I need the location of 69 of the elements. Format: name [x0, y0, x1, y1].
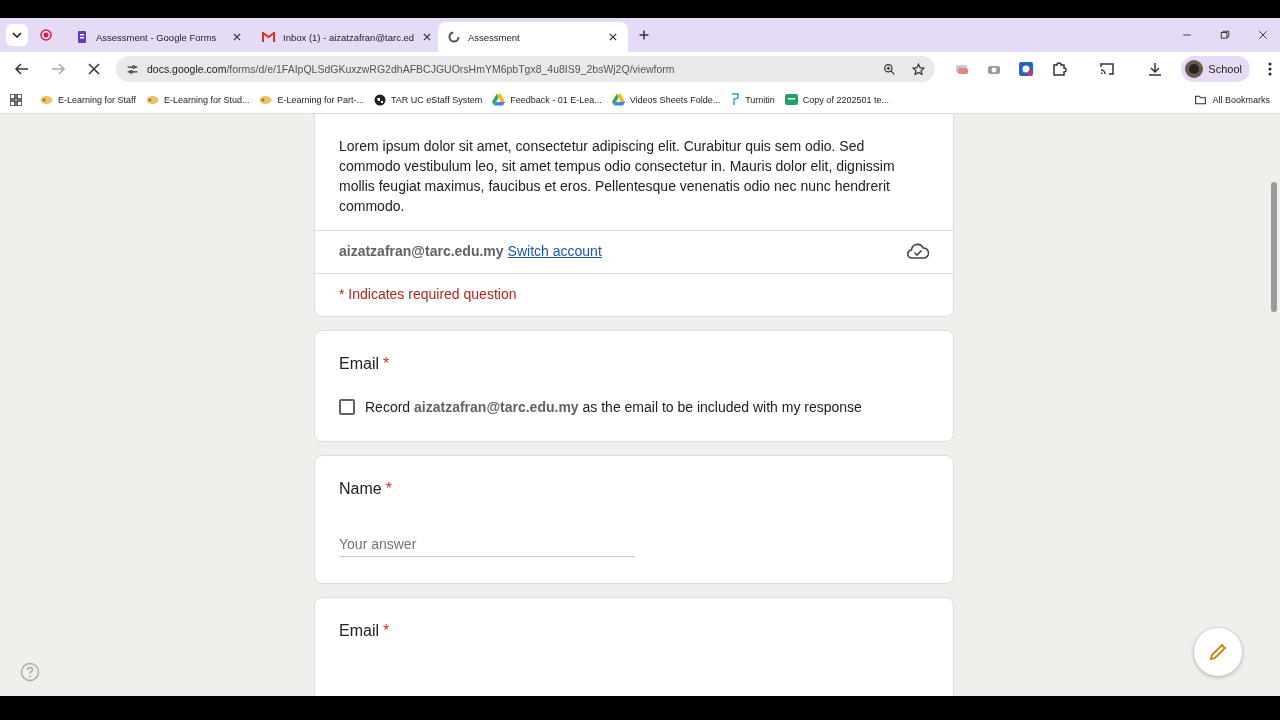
camera-icon[interactable]	[987, 63, 1002, 75]
star-icon[interactable]	[912, 62, 926, 76]
tab-title: Assessment - Google Forms	[96, 31, 218, 43]
question-title: Email	[339, 622, 379, 640]
checkbox-label: Record aizatzafran@tarc.edu.my as the email to be included with my response	[365, 399, 862, 415]
close-icon[interactable]	[422, 32, 433, 42]
bookmark-logo-icon	[730, 93, 741, 106]
required-mark: *	[385, 480, 392, 498]
browser-tab[interactable]: Assessment	[438, 22, 628, 52]
folder-icon	[1194, 93, 1208, 106]
form-description: Lorem ipsum dolor sit amet, consectetur adipiscing elit. Curabitur quis sem odio. Sed commodo vestibulum leo, sit amet tempus odio consectetur in. Mauris dolor elit, dignissim mollis feugiat maximus, faucibus et eros. Pellentesque venenatis odio nec nunc hendrerit commodo.	[338, 137, 896, 216]
record-icon[interactable]	[40, 29, 52, 41]
mail-icon	[262, 32, 275, 42]
puzzle-icon[interactable]	[1051, 61, 1068, 77]
pencil-icon	[1208, 642, 1228, 662]
tab-title: Assessment	[468, 31, 521, 43]
drive-icon	[611, 93, 625, 106]
globe-icon	[374, 93, 386, 106]
url-text: docs.google.com/forms/d/e/1FAIpQLSdGKuxzwRG2dhAFBCJGUOrsHmYM6pbTgx8_4u8IS9_2bsWj2Q/viewform	[147, 63, 676, 75]
bookmark[interactable]: E-Learning for Stud...	[145, 94, 250, 105]
loading-icon	[448, 31, 460, 43]
bookmark[interactable]: E-Learning for Staff	[40, 94, 136, 105]
close-icon[interactable]	[1258, 30, 1268, 40]
close-icon[interactable]	[608, 32, 618, 42]
restore-icon[interactable]	[1220, 30, 1230, 40]
avatar-icon	[1185, 60, 1204, 78]
bookmark[interactable]: TAR UC eStaff System	[374, 93, 483, 106]
back-icon[interactable]	[14, 61, 30, 77]
extension-icon[interactable]	[955, 63, 970, 75]
required-note: * Indicates required question	[338, 285, 518, 304]
download-icon[interactable]	[1147, 61, 1164, 77]
edit-button[interactable]	[1194, 628, 1242, 676]
question-title: Name	[339, 480, 382, 498]
stop-icon[interactable]	[86, 61, 102, 77]
drive-icon	[492, 93, 506, 106]
bookmark-logo-icon	[259, 94, 273, 105]
forms-icon	[76, 31, 88, 43]
menu-icon[interactable]	[1268, 62, 1272, 76]
new-tab-icon[interactable]	[638, 29, 650, 41]
bookmark-logo-icon	[145, 94, 159, 105]
cast-icon[interactable]	[1099, 61, 1116, 77]
account-email: aizatzafran@tarc.edu.my	[339, 243, 504, 259]
switch-account-link[interactable]: Switch account	[507, 243, 903, 259]
bookmark[interactable]: Videos Sheets Folde...	[611, 93, 721, 106]
sheet-icon	[784, 94, 798, 105]
site-info-icon[interactable]	[126, 62, 139, 76]
bookmark-logo-icon	[40, 94, 53, 105]
all-bookmarks[interactable]: All Bookmarks	[1194, 93, 1270, 106]
tab-title: Inbox (1) - aizatzafran@tarc.ed	[283, 31, 415, 43]
cloud-check-icon	[907, 243, 929, 259]
answer-field[interactable]: Your answer	[339, 532, 635, 557]
apps-icon[interactable]	[10, 93, 22, 106]
question-title: Email	[339, 355, 379, 373]
extension-icon[interactable]	[1019, 62, 1034, 76]
required-mark: *	[383, 355, 390, 373]
bookmark[interactable]: Copy of 2202501 te...	[784, 94, 889, 105]
profile-button[interactable]: School	[1181, 56, 1250, 82]
bookmark[interactable]: E-Learning for Part-...	[259, 94, 364, 105]
tab-list-icon[interactable]	[6, 24, 28, 46]
profile-label: School	[1208, 63, 1242, 75]
bookmark[interactable]: Feedback - 01 E-Lea...	[492, 93, 602, 106]
browser-tab[interactable]: Inbox (1) - aizatzafran@tarc.ed	[252, 22, 438, 52]
address-bar[interactable]: docs.google.com/forms/d/e/1FAIpQLSdGKuxzwRG2dhAFBCJGUOrsHmYM6pbTgx8_4u8IS9_2bsWj2Q/viewform	[116, 56, 936, 82]
zoom-icon[interactable]	[883, 62, 897, 76]
close-icon[interactable]	[232, 32, 242, 42]
required-mark: *	[383, 622, 390, 640]
browser-tab[interactable]: Assessment - Google Forms	[66, 22, 252, 52]
checkbox[interactable]	[339, 399, 355, 415]
bookmark[interactable]: Turnitin	[730, 93, 775, 106]
